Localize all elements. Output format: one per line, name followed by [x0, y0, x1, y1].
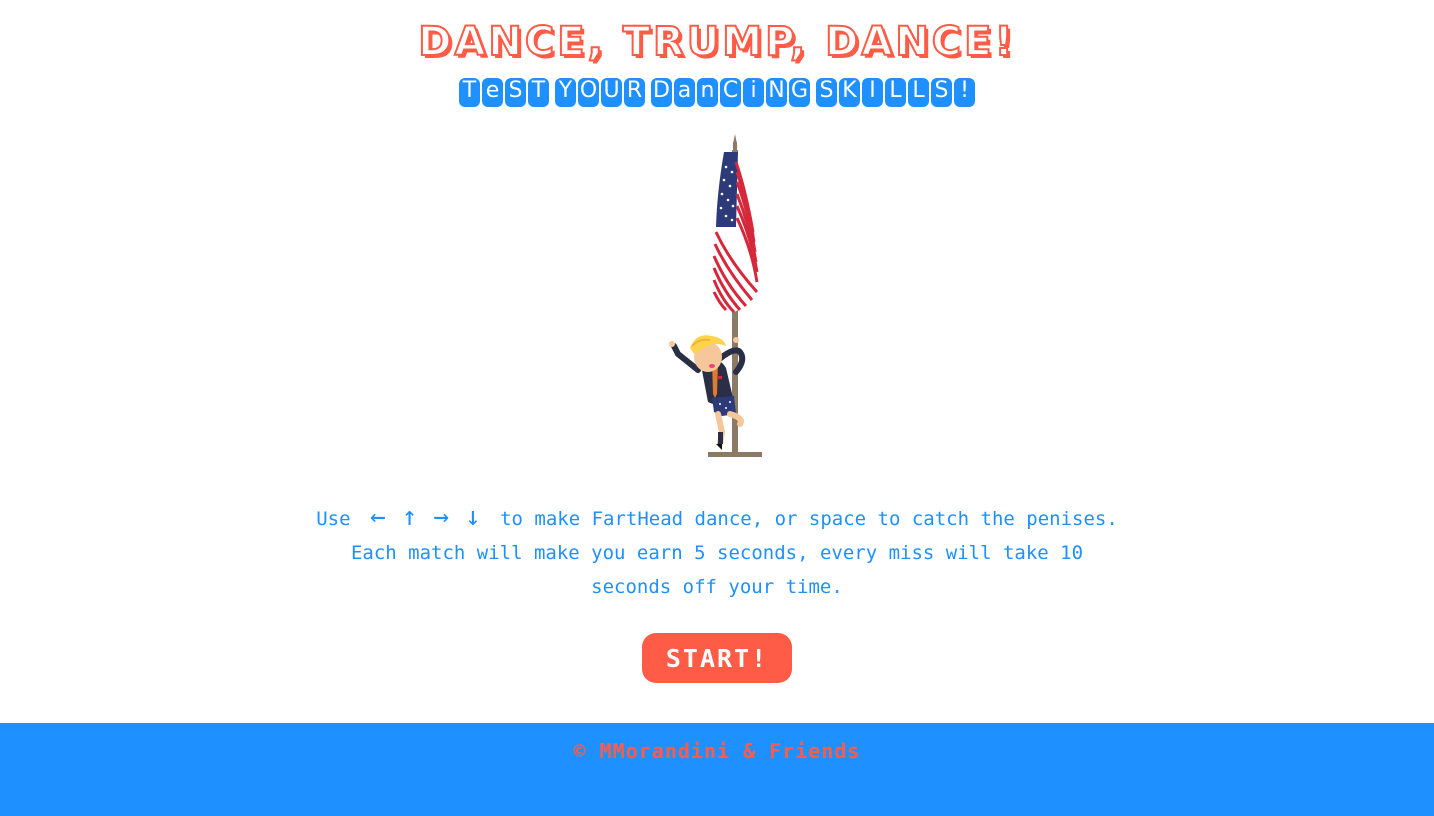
subtitle-word: YOUR [555, 78, 645, 107]
dancing-character [669, 335, 746, 450]
subtitle-letter-tile: T [528, 78, 549, 107]
instructions: Use ← ↑ → ↓ to make FartHead dance, or spac… [250, 500, 1184, 604]
arrow-up-icon: ↑ [401, 502, 418, 532]
subtitle-word: DanCiNG [651, 78, 810, 107]
subtitle-letter-tile: ! [954, 78, 975, 107]
start-button[interactable]: START! [642, 633, 792, 683]
subtitle-letter-tile: Y [555, 78, 576, 107]
us-flag [712, 152, 759, 314]
instructions-controls-text: to make FartHead dance, or space to catc… [500, 508, 1118, 530]
subtitle-letter-tile: S [505, 78, 526, 107]
subtitle-letter-tile: n [697, 78, 718, 107]
subtitle-letter-tile: e [482, 78, 503, 107]
arrow-down-icon: ↓ [464, 502, 481, 532]
subtitle-letter-tile: L [908, 78, 929, 107]
subtitle-letter-tile: T [459, 78, 480, 107]
subtitle-word: TeST [459, 78, 549, 107]
subtitle-letter-tile: U [601, 78, 622, 107]
game-title: DANCE, TRUMP, DANCE! [417, 18, 1016, 66]
subtitle-letter-tile: D [651, 78, 672, 107]
instructions-line-3: seconds off your time. [591, 576, 843, 598]
subtitle-letter-tile: S [931, 78, 952, 107]
subtitle-letter-tile: i [743, 78, 764, 107]
subtitle-letter-tile: L [885, 78, 906, 107]
game-scene [660, 132, 770, 462]
subtitle-letter-tile: K [839, 78, 860, 107]
pole-base [708, 452, 762, 457]
subtitle-letter-tile: S [816, 78, 837, 107]
subtitle-letter-tile: a [674, 78, 695, 107]
flag-pole-scene [669, 134, 762, 457]
subtitle-letter-tile: O [578, 78, 599, 107]
footer-copyright: © MMorandini & Friends [573, 739, 861, 763]
footer: © MMorandini & Friends [0, 723, 1434, 816]
subtitle: Te S T Y O U R Da n Ci N G S K I L L S! [0, 78, 1434, 107]
subtitle-letter-tile: C [720, 78, 741, 107]
instructions-line-1: Use ← ↑ → ↓ to make FartHead dance, or spac… [250, 500, 1184, 536]
subtitle-letter-tile: G [789, 78, 810, 107]
arrow-left-icon: ← [369, 502, 386, 532]
subtitle-word: S K I L L S! [816, 78, 975, 107]
pole-top [733, 142, 737, 150]
subtitle-letter-tile: I [862, 78, 883, 107]
arrow-right-icon: → [433, 502, 449, 532]
instructions-use-label: Use [316, 508, 351, 530]
instructions-line-2: Each match will make you earn 5 seconds,… [350, 542, 1084, 564]
subtitle-letter-tile: R [624, 78, 645, 107]
subtitle-letter-tile: N [766, 78, 787, 107]
